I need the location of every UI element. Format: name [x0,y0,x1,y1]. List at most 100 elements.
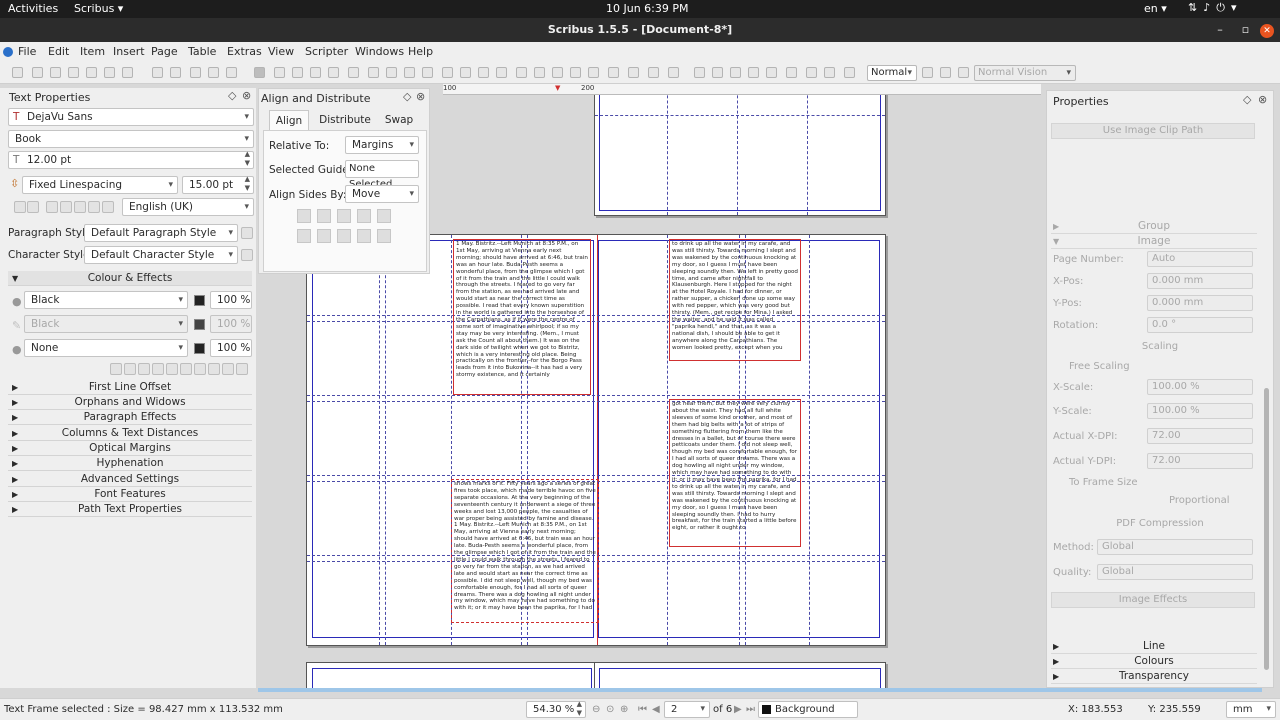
tab-align[interactable]: Align [269,110,309,130]
font-size-input[interactable]: T 12.00 pt ▲ ▼ [8,150,254,169]
previous-page-icon[interactable]: ◀ [652,704,660,715]
character-style-select[interactable]: Default Character Style ▾ [84,246,238,264]
text-fill-color-select[interactable]: Black ▾ [24,291,188,309]
align-top-sides-icon[interactable] [297,229,311,243]
edit-in-preview-icon[interactable] [958,67,969,78]
tab-distribute[interactable]: Distribute [315,110,375,130]
zoom-tool-icon[interactable] [516,67,527,78]
text-frame-tool-icon[interactable] [274,67,285,78]
actual-xdpi-input[interactable]: 72.00 [1147,428,1253,444]
font-family-select[interactable]: T DejaVu Sans ▾ [8,108,254,126]
section-optical-margins[interactable]: ▶ Optical Margins [8,441,252,456]
link-frames-icon[interactable] [570,67,581,78]
actual-ydpi-input[interactable]: 72.00 [1147,453,1253,469]
copy-icon[interactable] [208,67,219,78]
preflight-icon[interactable] [104,67,115,78]
quality-select[interactable]: Global [1097,564,1253,580]
align-left-text-icon[interactable] [46,201,58,213]
align-top-bottom-icon[interactable] [317,229,331,243]
align-right-text-icon[interactable] [74,201,86,213]
yscale-input[interactable]: 100.00 % [1147,403,1253,419]
first-page-icon[interactable]: ⏮ [638,704,647,715]
align-center-text-icon[interactable] [60,201,72,213]
align-left-right-icon[interactable] [317,209,331,223]
preview-toggle-icon[interactable] [940,67,951,78]
section-colours[interactable]: ▶ Colours [1051,654,1257,669]
justify-text-icon[interactable] [88,201,100,213]
shadow-icon[interactable] [222,363,234,375]
menu-insert[interactable]: Insert [113,45,145,58]
subscript-icon[interactable] [138,363,150,375]
paste-icon[interactable] [226,67,237,78]
current-page-input[interactable]: 2 ▾ [664,701,710,718]
section-path-text-properties[interactable]: ▶ Path Text Properties [8,502,252,517]
unlink-icon[interactable] [844,67,855,78]
section-line[interactable]: ▶ Line [1051,639,1257,654]
text-frame-c[interactable]: got near them, but they were very clumsy… [669,399,801,547]
font-style-select[interactable]: Book ▾ [8,130,254,148]
bezier-tool-icon[interactable] [442,67,453,78]
paragraph-style-select[interactable]: Default Paragraph Style ▾ [84,224,238,242]
use-image-clip-path-checkbox[interactable]: Use Image Clip Path [1051,123,1255,139]
fill-shade-input[interactable]: 100 % [210,291,252,309]
section-transparency[interactable]: ▶ Transparency [1051,669,1257,684]
underline-words-icon[interactable] [124,363,136,375]
language-indicator[interactable]: en ▾ [1144,2,1167,15]
ypos-input[interactable]: 0.000 mm [1147,295,1253,311]
unit-select[interactable]: mm ▾ [1226,701,1276,718]
align-right-sides-icon[interactable] [377,209,391,223]
selected-guide-field[interactable]: None Selected [345,160,419,190]
menu-scripter[interactable]: Scripter [305,45,348,58]
edit-text-icon[interactable] [552,67,563,78]
last-page-icon[interactable]: ⏭ [746,704,755,715]
section-advanced-settings[interactable]: ▶ Advanced Settings [8,472,252,487]
copy-properties-icon[interactable] [628,67,639,78]
open-document-icon[interactable] [32,67,43,78]
visual-appearance-select[interactable]: Normal Vision ▾ [974,65,1076,81]
to-frame-size-radio[interactable]: To Frame Size [1069,477,1138,488]
link-icon[interactable] [824,67,835,78]
menu-page[interactable]: Page [151,45,178,58]
system-tray[interactable]: ⇅♪⏻▾ [1188,1,1242,15]
undo-icon[interactable] [152,67,163,78]
align-right-left-icon[interactable] [357,209,371,223]
section-first-line-offset[interactable]: ▶ First Line Offset [8,380,252,395]
menu-windows[interactable]: Windows [355,45,404,58]
unlink-frames-icon[interactable] [588,67,599,78]
table-tool-icon[interactable] [328,67,339,78]
new-document-icon[interactable] [12,67,23,78]
text-frame-b[interactable]: to drink up all the water in my carafe, … [669,239,801,361]
section-font-features[interactable]: ▶ Font Features [8,487,252,502]
eyedropper-icon[interactable] [648,67,659,78]
page-number-select[interactable]: Auto [1147,251,1253,267]
export-pdf-icon[interactable] [122,67,133,78]
activities-button[interactable]: Activities [8,2,58,15]
pdf-checkbox-icon[interactable] [712,67,723,78]
section-orphans-widows[interactable]: ▶ Orphans and Widows [8,395,252,410]
language-select[interactable]: English (UK) ▾ [122,198,254,216]
close-window-icon[interactable]: ✕ [1260,24,1274,38]
page-spread[interactable]: 1 May. Bistritz.--Left Munich at 8:35 P.… [306,234,886,646]
select-tool-icon[interactable] [254,67,265,78]
page-1[interactable] [594,84,886,216]
rotation-input[interactable]: 0.0 ° [1147,317,1253,333]
app-menu-button[interactable]: Scribus ▾ [74,2,123,15]
text-frame-a[interactable]: 1 May. Bistritz.--Left Munich at 8:35 P.… [453,239,591,395]
superscript-icon[interactable] [152,363,164,375]
menu-edit[interactable]: Edit [48,45,69,58]
spiral-tool-icon[interactable] [404,67,415,78]
cut-icon[interactable] [190,67,201,78]
align-left-icon[interactable] [14,201,26,213]
align-sides-select[interactable]: Move ▾ [345,185,419,203]
page-5[interactable] [594,662,886,688]
linespacing-mode-select[interactable]: Fixed Linespacing ▾ [22,176,178,194]
align-right-icon[interactable] [27,201,39,213]
layer-select[interactable]: Background [758,701,858,718]
zoom-in-icon[interactable]: ⊕ [620,704,628,715]
xscale-input[interactable]: 100.00 % [1147,379,1253,395]
link-annotation-icon[interactable] [786,67,797,78]
shape-tool-icon[interactable] [348,67,359,78]
menu-help[interactable]: Help [408,45,433,58]
relative-to-select[interactable]: Margins ▾ [345,136,419,154]
underline-icon[interactable] [110,363,122,375]
